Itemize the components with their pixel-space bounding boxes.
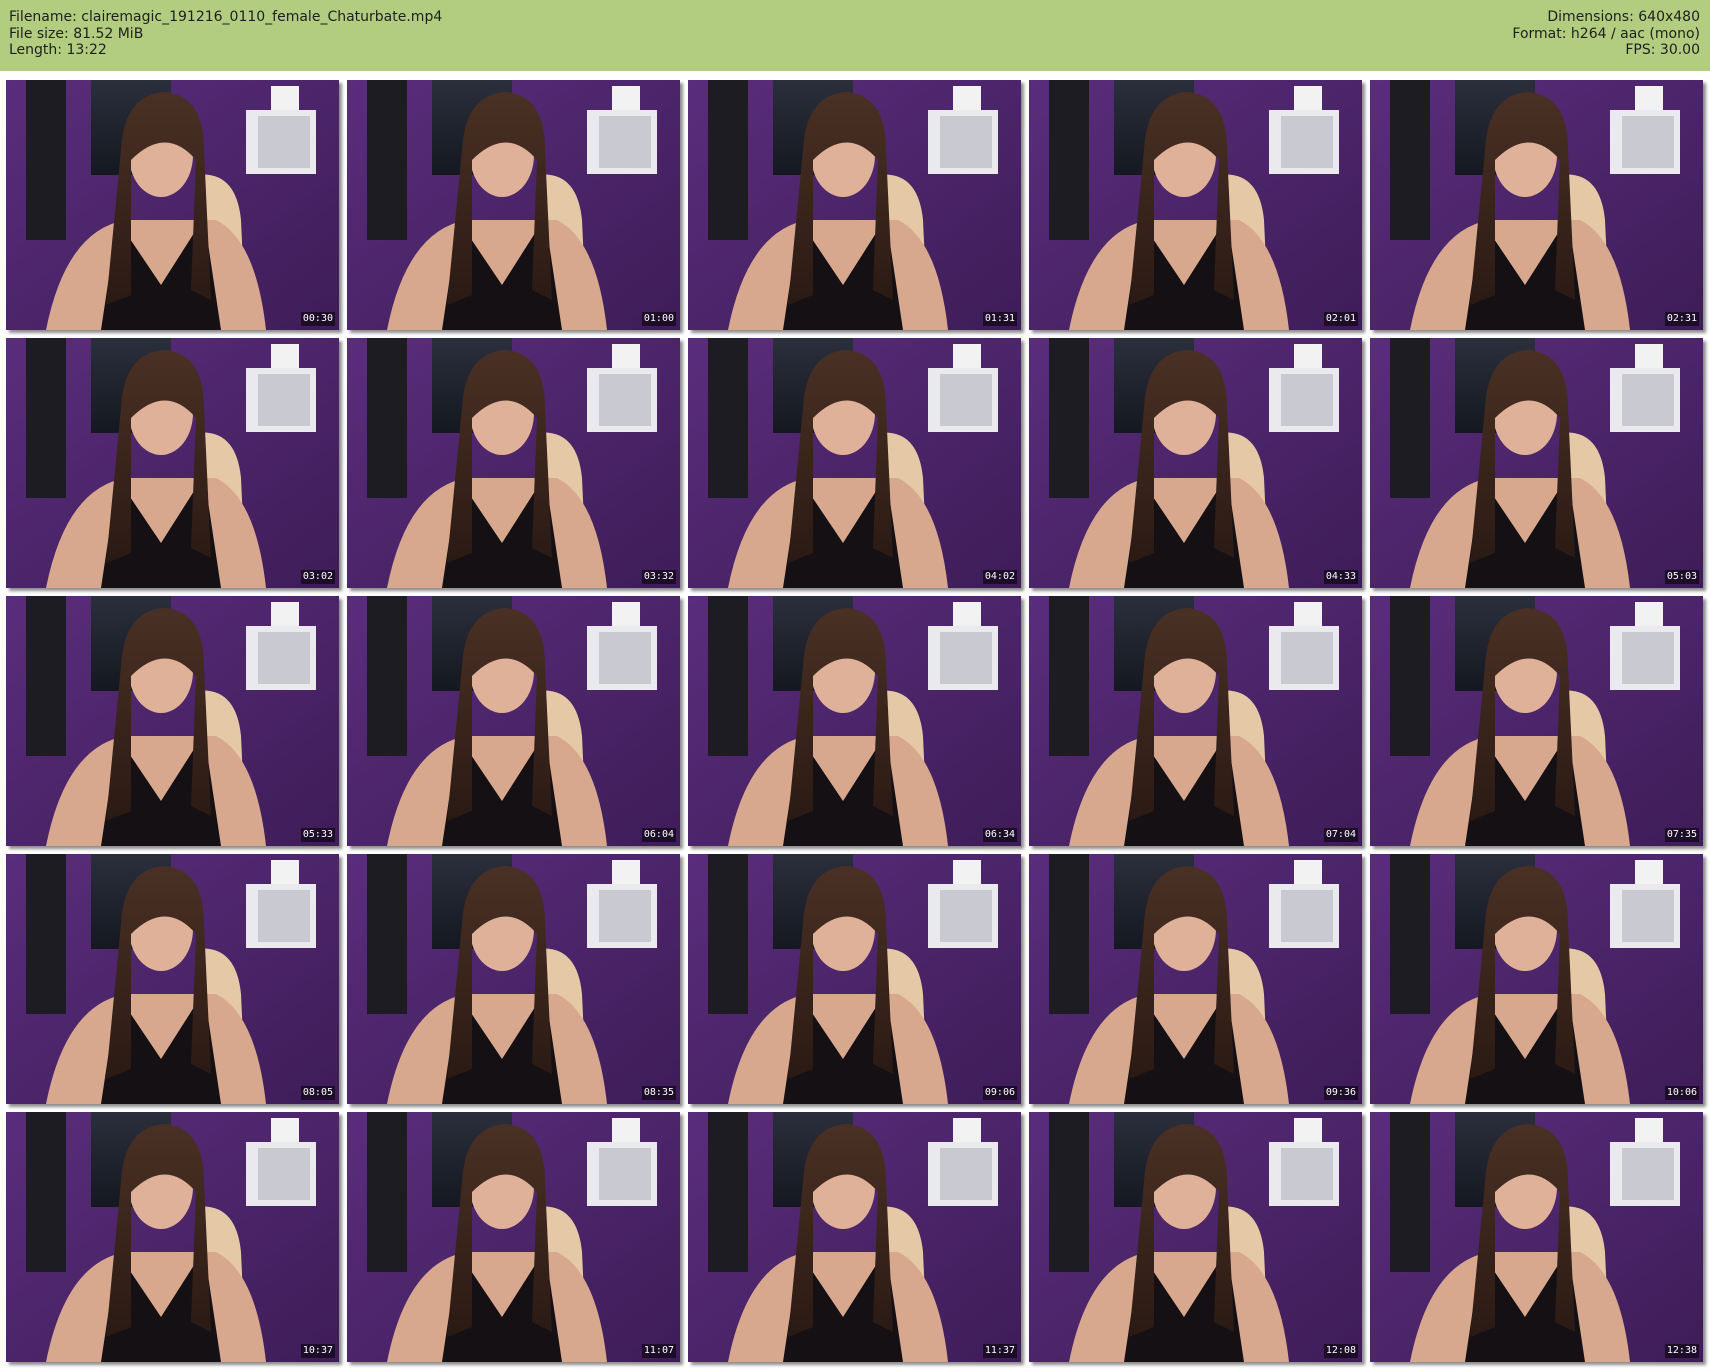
video-thumbnail: 12:38 (1370, 1112, 1703, 1362)
video-frame-image (1029, 596, 1362, 846)
timestamp-label: 08:05 (300, 1086, 335, 1100)
video-thumbnail: 03:02 (6, 338, 339, 588)
timestamp-label: 06:34 (982, 828, 1017, 842)
video-thumbnail: 06:04 (347, 596, 680, 846)
video-frame-image (347, 338, 680, 588)
video-thumbnail: 05:03 (1370, 338, 1703, 588)
video-frame-image (347, 596, 680, 846)
timestamp-label: 07:04 (1323, 828, 1358, 842)
timestamp-label: 05:03 (1664, 570, 1699, 584)
video-frame-image (6, 1112, 339, 1362)
filename-text: Filename: clairemagic_191216_0110_female… (9, 9, 443, 25)
timestamp-label: 07:35 (1664, 828, 1699, 842)
video-thumbnail: 02:31 (1370, 80, 1703, 330)
info-header: Filename: clairemagic_191216_0110_female… (0, 0, 1710, 71)
timestamp-label: 02:01 (1323, 312, 1358, 326)
timestamp-label: 09:06 (982, 1086, 1017, 1100)
video-thumbnail: 11:37 (688, 1112, 1021, 1362)
timestamp-label: 08:35 (641, 1086, 676, 1100)
video-thumbnail: 04:33 (1029, 338, 1362, 588)
video-frame-image (1029, 854, 1362, 1104)
fps-text: FPS: 30.00 (1625, 42, 1700, 58)
video-thumbnail: 12:08 (1029, 1112, 1362, 1362)
video-frame-image (1370, 338, 1703, 588)
timestamp-label: 12:38 (1664, 1344, 1699, 1358)
timestamp-label: 09:36 (1323, 1086, 1358, 1100)
timestamp-label: 01:31 (982, 312, 1017, 326)
timestamp-label: 10:37 (300, 1344, 335, 1358)
video-frame-image (1370, 80, 1703, 330)
timestamp-label: 12:08 (1323, 1344, 1358, 1358)
video-thumbnail: 01:00 (347, 80, 680, 330)
timestamp-label: 06:04 (641, 828, 676, 842)
timestamp-label: 00:30 (300, 312, 335, 326)
thumbnail-grid: 00:30 01:00 01:31 02:01 02:31 03:02 03:32 04:02… (6, 80, 1706, 1365)
video-thumbnail: 08:35 (347, 854, 680, 1104)
timestamp-label: 11:07 (641, 1344, 676, 1358)
file-info-left: Filename: clairemagic_191216_0110_female… (9, 9, 442, 59)
video-thumbnail: 09:06 (688, 854, 1021, 1104)
video-thumbnail: 02:01 (1029, 80, 1362, 330)
format-text: Format: h264 / aac (mono) (1512, 25, 1700, 42)
video-frame-image (6, 854, 339, 1104)
video-thumbnail: 11:07 (347, 1112, 680, 1362)
video-frame-image (6, 596, 339, 846)
video-frame-image (347, 80, 680, 330)
video-frame-image (6, 338, 339, 588)
video-frame-image (1029, 338, 1362, 588)
video-frame-image (1370, 596, 1703, 846)
video-thumbnail: 03:32 (347, 338, 680, 588)
length-text: Length: 13:22 (9, 42, 107, 58)
filesize-text: File size: 81.52 MiB (9, 25, 144, 42)
video-thumbnail: 09:36 (1029, 854, 1362, 1104)
timestamp-label: 03:02 (300, 570, 335, 584)
video-thumbnail: 05:33 (6, 596, 339, 846)
video-frame-image (347, 854, 680, 1104)
video-frame-image (688, 338, 1021, 588)
video-frame-image (1029, 80, 1362, 330)
video-frame-image (688, 596, 1021, 846)
timestamp-label: 03:32 (641, 570, 676, 584)
file-info-right: Dimensions: 640x480 Format: h264 / aac (… (1512, 9, 1700, 59)
video-frame-image (1370, 854, 1703, 1104)
video-thumbnail: 08:05 (6, 854, 339, 1104)
video-frame-image (688, 80, 1021, 330)
video-thumbnail: 04:02 (688, 338, 1021, 588)
video-frame-image (1370, 1112, 1703, 1362)
video-thumbnail: 06:34 (688, 596, 1021, 846)
video-thumbnail: 01:31 (688, 80, 1021, 330)
video-thumbnail: 10:06 (1370, 854, 1703, 1104)
video-thumbnail: 10:37 (6, 1112, 339, 1362)
timestamp-label: 01:00 (641, 312, 676, 326)
video-frame-image (688, 854, 1021, 1104)
timestamp-label: 04:02 (982, 570, 1017, 584)
dimensions-text: Dimensions: 640x480 (1547, 9, 1700, 25)
video-thumbnail: 07:04 (1029, 596, 1362, 846)
video-thumbnail: 07:35 (1370, 596, 1703, 846)
timestamp-label: 10:06 (1664, 1086, 1699, 1100)
timestamp-label: 11:37 (982, 1344, 1017, 1358)
timestamp-label: 02:31 (1664, 312, 1699, 326)
timestamp-label: 04:33 (1323, 570, 1358, 584)
video-frame-image (347, 1112, 680, 1362)
video-thumbnail: 00:30 (6, 80, 339, 330)
video-frame-image (688, 1112, 1021, 1362)
timestamp-label: 05:33 (300, 828, 335, 842)
video-frame-image (1029, 1112, 1362, 1362)
video-frame-image (6, 80, 339, 330)
